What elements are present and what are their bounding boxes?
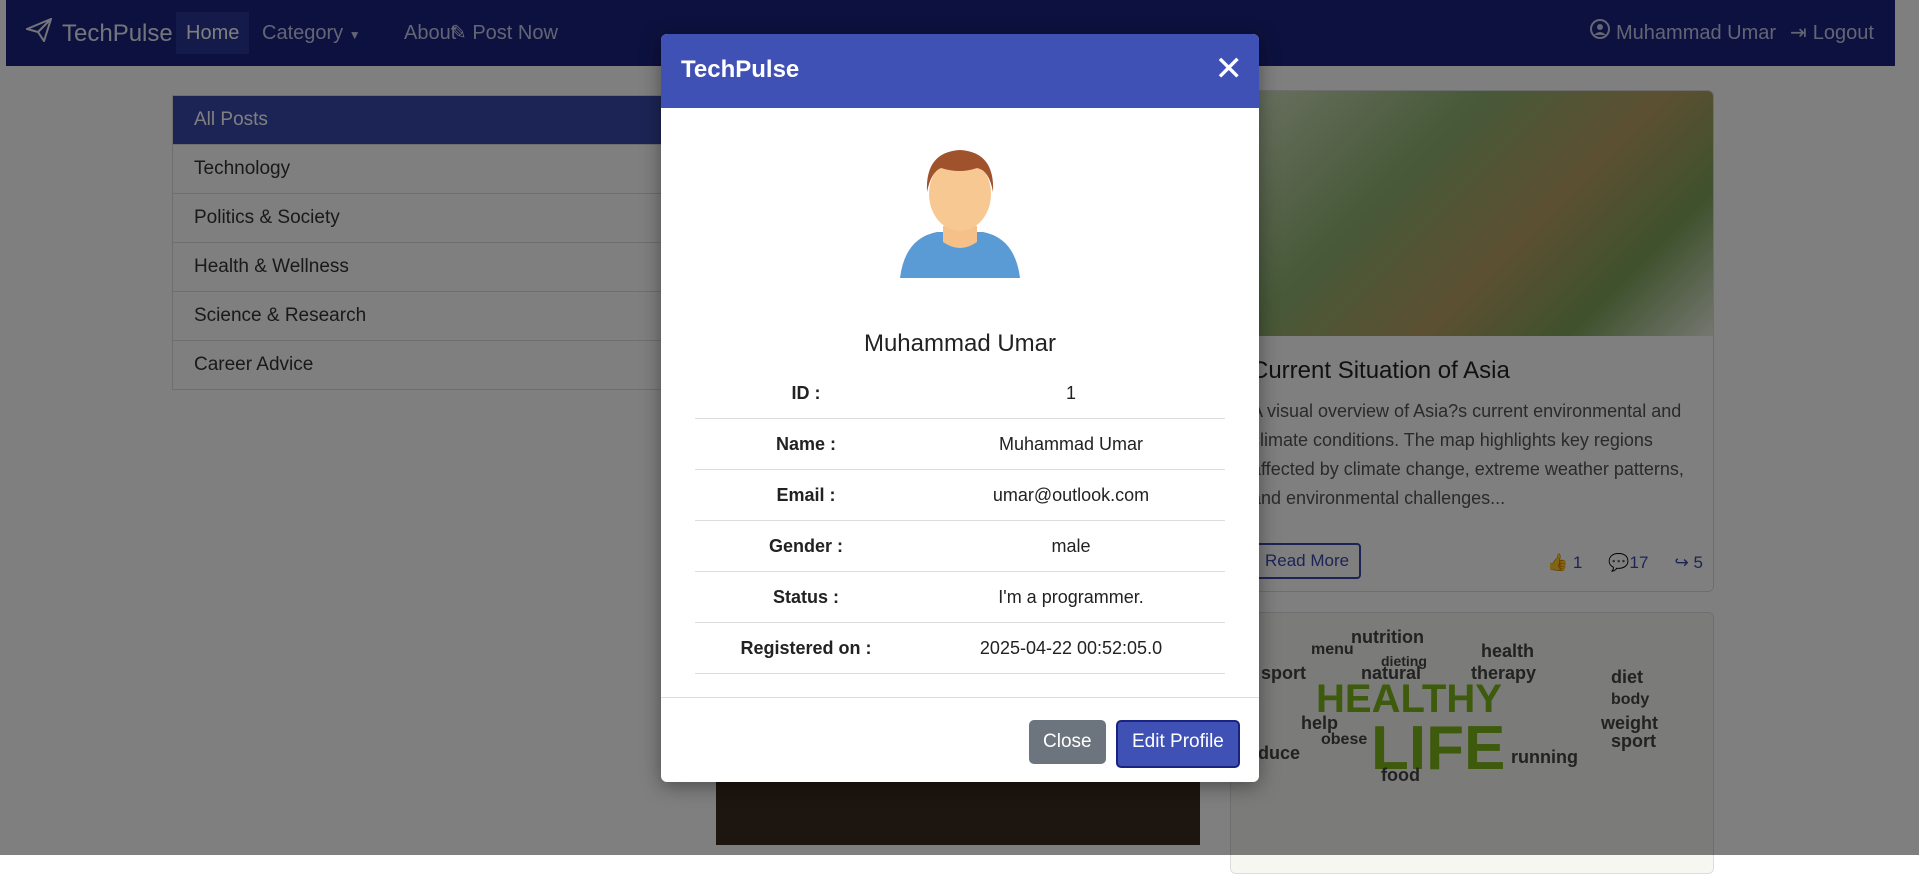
row-value: male — [917, 520, 1225, 572]
row-label: Email : — [695, 469, 917, 521]
avatar — [897, 142, 1023, 282]
row-label: ID : — [695, 368, 917, 419]
row-value: 1 — [917, 368, 1225, 419]
modal-title: TechPulse — [681, 56, 800, 83]
close-button[interactable]: Close — [1029, 720, 1106, 764]
edit-profile-button[interactable]: Edit Profile — [1116, 720, 1240, 768]
profile-name: Muhammad Umar — [863, 330, 1057, 357]
table-row: Name : Muhammad Umar — [695, 418, 1225, 470]
profile-info-table: ID :1 Name : Muhammad Umar Email : umar@ou… — [695, 368, 1225, 674]
row-value: I'm a programmer. — [917, 571, 1225, 623]
table-row: Status : I'm a programmer. — [695, 571, 1225, 623]
row-label: Registered on : — [695, 622, 917, 674]
table-row: Gender : male — [695, 520, 1225, 572]
profile-modal: TechPulse ✕ Muhammad Umar ID :1 Name : Mu… — [661, 34, 1259, 782]
row-label: Gender : — [695, 520, 917, 572]
modal-footer: Close Edit Profile — [661, 697, 1259, 782]
close-icon[interactable]: ✕ — [1215, 52, 1244, 86]
row-value: umar@outlook.com — [917, 469, 1225, 521]
row-value: 2025-04-22 00:52:05.0 — [917, 622, 1225, 674]
row-label: Status : — [695, 571, 917, 623]
table-row: ID :1 — [695, 368, 1225, 419]
modal-header: TechPulse ✕ — [661, 34, 1259, 108]
table-row: Registered on :2025-04-22 00:52:05.0 — [695, 622, 1225, 674]
row-label: Name : — [695, 418, 917, 470]
table-row: Email : umar@outlook.com — [695, 469, 1225, 521]
row-value: Muhammad Umar — [917, 418, 1225, 470]
